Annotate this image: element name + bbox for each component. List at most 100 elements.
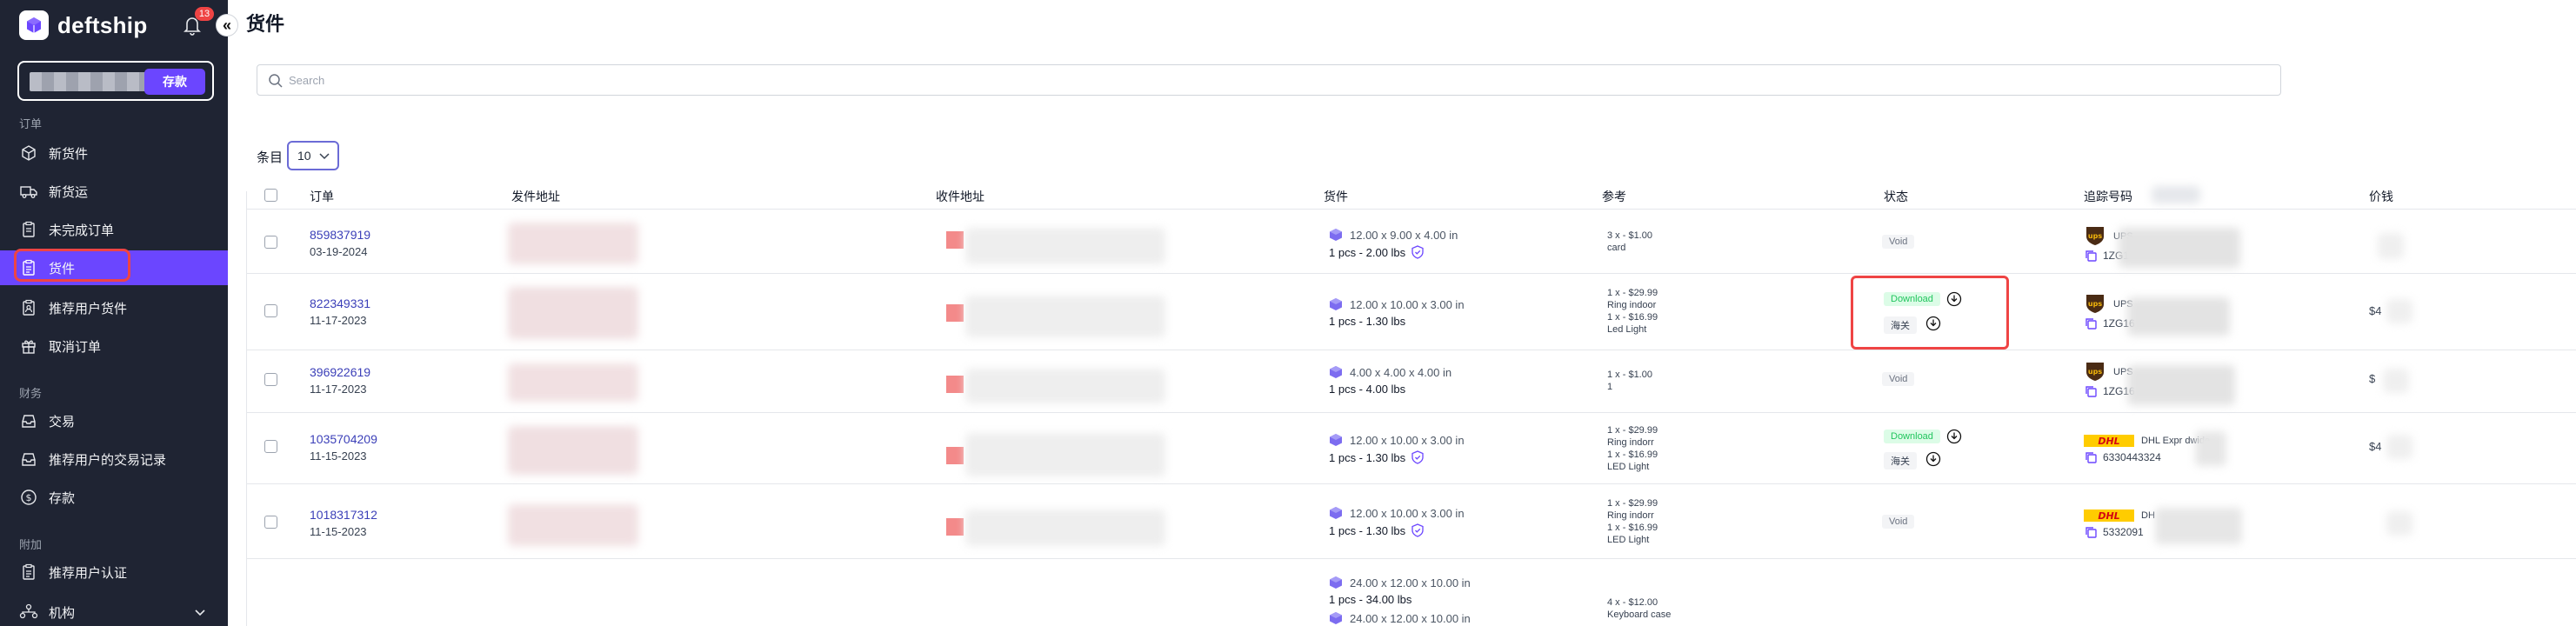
masked-price bbox=[2386, 299, 2412, 323]
order-link[interactable]: 859837919 bbox=[310, 228, 370, 242]
masked-sender-address bbox=[508, 504, 638, 546]
select-all-checkbox[interactable] bbox=[264, 189, 277, 202]
svg-text:ups: ups bbox=[2088, 232, 2102, 240]
download-label-button[interactable]: Download bbox=[1884, 430, 1940, 443]
download-icon[interactable] bbox=[1925, 451, 1941, 467]
package-dims: 24.00 x 12.00 x 10.00 in bbox=[1329, 576, 1471, 589]
masked-recipient-address bbox=[965, 509, 1165, 546]
column-header-price[interactable]: 价钱 bbox=[2369, 188, 2393, 205]
section-title-extras: 附加 bbox=[19, 538, 43, 551]
cube-icon bbox=[1330, 298, 1342, 310]
svg-text:ups: ups bbox=[2088, 368, 2102, 376]
sidebar-item-transactions[interactable]: 交易 bbox=[0, 403, 228, 438]
masked-flag bbox=[946, 304, 964, 322]
row-checkbox[interactable] bbox=[264, 236, 277, 249]
sidebar-item-referral-transactions[interactable]: 推荐用户的交易记录 bbox=[0, 442, 228, 476]
entries-select[interactable]: 10 bbox=[287, 141, 339, 170]
sidebar-item-new-freight[interactable]: 新货运 bbox=[0, 174, 228, 209]
order-link[interactable]: 1018317312 bbox=[310, 508, 377, 522]
chevron-down-icon bbox=[318, 146, 330, 174]
sidebar-item-label: 未完成订单 bbox=[49, 223, 115, 238]
sidebar-item-referral-verification[interactable]: 推荐用户认证 bbox=[0, 555, 228, 589]
section-title-orders: 订单 bbox=[19, 117, 43, 130]
masked-flag bbox=[946, 518, 964, 536]
masked-flag bbox=[946, 447, 964, 464]
gift-icon bbox=[19, 336, 38, 356]
column-header-tracking[interactable]: 追踪号码 bbox=[2084, 188, 2132, 205]
copy-icon[interactable] bbox=[2084, 316, 2098, 330]
tracking-number[interactable]: 6330443324 bbox=[2103, 451, 2161, 463]
masked-tracking bbox=[2119, 228, 2240, 268]
brand[interactable]: deftship bbox=[19, 10, 148, 40]
order-date: 11-17-2023 bbox=[310, 383, 367, 396]
carrier-name: DH bbox=[2141, 510, 2155, 521]
package-weight: 1 pcs - 1.30 lbs bbox=[1329, 523, 1425, 537]
order-date: 11-15-2023 bbox=[310, 525, 367, 538]
cube-icon bbox=[1330, 434, 1342, 446]
clipboard-user-icon bbox=[19, 298, 38, 317]
sidebar-item-incomplete-orders[interactable]: 未完成订单 bbox=[0, 212, 228, 247]
package-dims: 12.00 x 9.00 x 4.00 in bbox=[1329, 228, 1458, 242]
column-header-recipient[interactable]: 收件地址 bbox=[936, 188, 984, 205]
collapse-sidebar-button[interactable]: « bbox=[216, 14, 238, 37]
copy-icon[interactable] bbox=[2084, 384, 2098, 398]
column-header-status[interactable]: 状态 bbox=[1884, 188, 1908, 205]
dhl-logo-icon: DHL bbox=[2084, 435, 2134, 447]
package-dims: 24.00 x 12.00 x 10.00 in bbox=[1329, 611, 1471, 625]
row-checkbox[interactable] bbox=[264, 373, 277, 386]
row-checkbox[interactable] bbox=[264, 516, 277, 529]
entries-label: 条目 bbox=[257, 150, 284, 165]
reference: 1 x - $1.00 1 bbox=[1607, 370, 1652, 392]
masked-sender-address bbox=[508, 426, 638, 475]
price: $ bbox=[2369, 372, 2376, 385]
column-header-package[interactable]: 货件 bbox=[1324, 188, 1348, 205]
order-link[interactable]: 1035704209 bbox=[310, 432, 377, 446]
sidebar-item-referral-shipments[interactable]: 推荐用户货件 bbox=[0, 290, 228, 325]
order-date: 11-15-2023 bbox=[310, 450, 367, 463]
copy-icon[interactable] bbox=[2084, 249, 2098, 263]
shield-check-icon bbox=[1411, 245, 1424, 259]
sidebar-item-organization[interactable]: 机构 bbox=[0, 595, 228, 626]
search-box[interactable] bbox=[257, 64, 2281, 96]
divider bbox=[247, 273, 2576, 274]
search-input[interactable] bbox=[289, 70, 2202, 90]
package-dims: 12.00 x 10.00 x 3.00 in bbox=[1329, 433, 1465, 447]
chevron-down-icon[interactable] bbox=[193, 605, 207, 623]
status-badge-void: Void bbox=[1882, 515, 1915, 529]
column-header-reference[interactable]: 参考 bbox=[1602, 188, 1626, 205]
ups-logo-icon: ups bbox=[2086, 363, 2104, 381]
copy-icon[interactable] bbox=[2084, 525, 2098, 539]
row-checkbox[interactable] bbox=[264, 304, 277, 317]
sidebar-item-label: 取消订单 bbox=[49, 339, 102, 355]
sidebar-item-deposit[interactable]: $ 存款 bbox=[0, 480, 228, 515]
tracking-number[interactable]: 5332091 bbox=[2103, 526, 2144, 538]
svg-text:DHL: DHL bbox=[2098, 510, 2119, 522]
column-header-order[interactable]: 订单 bbox=[310, 188, 334, 205]
sidebar-item-cancel-orders[interactable]: 取消订单 bbox=[0, 329, 228, 363]
box-icon bbox=[19, 143, 38, 163]
sidebar-item-label: 新货件 bbox=[49, 146, 89, 162]
divider bbox=[247, 558, 2576, 559]
sidebar-item-label: 机构 bbox=[49, 605, 76, 621]
row-checkbox[interactable] bbox=[264, 440, 277, 453]
sidebar-item-new-shipment[interactable]: 新货件 bbox=[0, 136, 228, 170]
entries-value: 10 bbox=[297, 149, 311, 163]
reference: 1 x - $29.99 Ring indorr 1 x - $16.99 LED L… bbox=[1607, 498, 1658, 545]
masked-sender-address bbox=[508, 363, 638, 402]
masked-recipient-address bbox=[965, 369, 1165, 403]
cube-icon bbox=[1330, 229, 1342, 241]
column-header-sender[interactable]: 发件地址 bbox=[511, 188, 560, 205]
sidebar: deftship 13 存款 订单 新货件 新货运 未完成订单 货件 推荐用户货… bbox=[0, 0, 228, 626]
package-dims: 12.00 x 10.00 x 3.00 in bbox=[1329, 297, 1465, 311]
order-link[interactable]: 396922619 bbox=[310, 365, 370, 379]
clipboard-icon bbox=[19, 220, 38, 239]
shield-check-icon bbox=[1411, 450, 1424, 464]
download-icon[interactable] bbox=[1946, 429, 1962, 444]
svg-text:DHL: DHL bbox=[2098, 436, 2119, 447]
copy-icon[interactable] bbox=[2084, 450, 2098, 464]
deposit-button[interactable]: 存款 bbox=[144, 69, 205, 95]
order-link[interactable]: 822349331 bbox=[310, 296, 370, 310]
section-title-finance: 财务 bbox=[19, 387, 43, 400]
masked-price bbox=[2386, 435, 2412, 459]
customs-doc-button[interactable]: 海关 bbox=[1884, 452, 1917, 470]
